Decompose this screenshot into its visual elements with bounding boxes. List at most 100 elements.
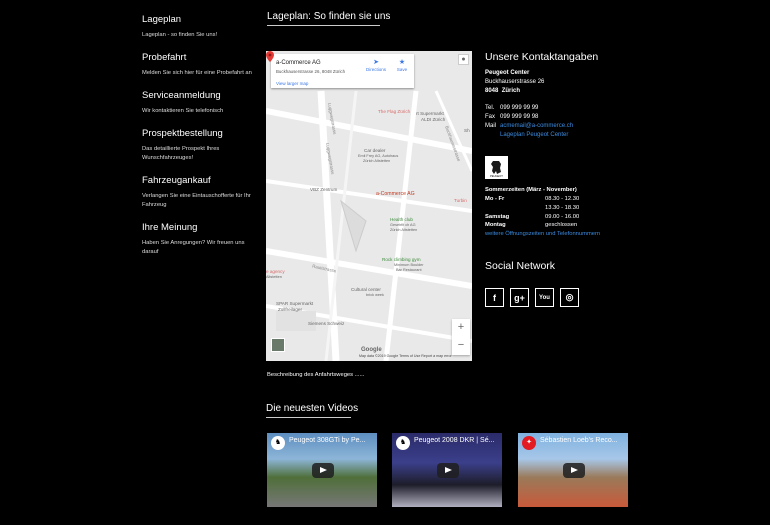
mail-label: Mail <box>485 123 497 129</box>
logo-text: PEUGEOT <box>490 175 503 178</box>
sidebar-item-title[interactable]: Ihre Meinung <box>142 222 254 234</box>
channel-icon: ✦ <box>522 436 536 450</box>
place-address: Buckhauserstrasse 26, 8048 Zürich <box>276 69 346 74</box>
social-icons: f g+ You ◎ <box>485 288 579 307</box>
street-address: Buckhauserstrasse 26 <box>485 79 545 85</box>
save-label: Save <box>396 67 408 72</box>
sidebar: Lageplan Lageplan - so finden Sie uns! P… <box>142 14 254 269</box>
fax-label: Fax <box>485 114 496 120</box>
map-label-health: Health club <box>390 217 413 222</box>
map-label-car-dealer: Car dealer <box>364 148 386 153</box>
videos-underline <box>266 417 351 418</box>
directions-caption: Beschreibung des Anfahrtsweges ...... <box>267 372 365 378</box>
video-title[interactable]: Sébastien Loeb's Reco... <box>540 437 618 444</box>
mail-row: Mail acmemail@a-commerce.ch <box>485 122 645 131</box>
view-larger-map-link[interactable]: View larger map <box>276 81 308 86</box>
hours-row: Montag geschlossen <box>485 221 645 230</box>
zip-city: 8048 Zürich <box>485 87 645 96</box>
company-name: Peugeot Center <box>485 70 530 76</box>
sidebar-item-desc: Wir kontaktieren Sie telefonisch <box>142 108 224 114</box>
map-label-spar-sub: Zollfreilager <box>278 307 302 312</box>
sidebar-item-ihre-meinung[interactable]: Ihre Meinung Haben Sie Anregungen? Wir f… <box>142 222 254 257</box>
hours-day: Montag <box>485 222 506 229</box>
map-label-supermarket: rt Supermarkt <box>416 111 444 116</box>
satellite-toggle[interactable] <box>271 338 285 352</box>
fax-row: Fax 099 999 99 98 <box>485 113 645 122</box>
play-icon[interactable] <box>563 463 585 478</box>
zoom-control: + − <box>452 319 470 355</box>
instagram-icon[interactable]: ◎ <box>560 288 579 307</box>
video-thumbnail[interactable]: ♞ Peugeot 308GTi by Pe... <box>267 433 377 507</box>
hours-day <box>485 204 545 213</box>
tel-value: 099 999 99 99 <box>500 105 539 111</box>
video-thumbnail[interactable]: ✦ Sébastien Loeb's Reco... <box>518 433 628 507</box>
city: Zürich <box>501 88 521 94</box>
google-plus-icon[interactable]: g+ <box>510 288 529 307</box>
map-link-row: Lageplan Peugeot Center <box>485 131 645 140</box>
map-label-cultural-sub: brick week <box>366 293 384 297</box>
sidebar-item-fahrzeugankauf[interactable]: Fahrzeugankauf Verlangen Sie eine Eintau… <box>142 175 254 210</box>
map-label-shop: Sh <box>464 128 470 133</box>
video-thumbnail[interactable]: ♞ Peugeot 2008 DKR | Sé... <box>392 433 502 507</box>
google-logo: Google <box>361 347 382 353</box>
channel-icon: ♞ <box>396 436 410 450</box>
lion-icon <box>491 161 501 174</box>
sidebar-item-prospektbestellung[interactable]: Prospektbestellung Das detaillierte Pros… <box>142 128 254 163</box>
map-label-rock-sub2: Bar Restaurant <box>396 268 422 272</box>
video-title[interactable]: Peugeot 2008 DKR | Sé... <box>414 437 494 444</box>
zip-code: 8048 <box>485 88 499 94</box>
title-underline <box>267 25 380 26</box>
directions-button[interactable]: ➤ Directions <box>364 59 388 72</box>
zoom-out-button[interactable]: − <box>452 337 470 355</box>
save-button[interactable]: ★ Save <box>393 59 411 72</box>
map-label-vbz: VBZ Zentrum <box>310 187 338 192</box>
tel-row: Tel. 099 999 99 99 <box>485 104 645 113</box>
sidebar-item-title[interactable]: Probefahrt <box>142 52 254 64</box>
zoom-in-button[interactable]: + <box>452 319 470 337</box>
map-marker-label: a-Commerce AG <box>376 191 415 197</box>
sidebar-item-probefahrt[interactable]: Probefahrt Melden Sie sich hier für eine… <box>142 52 254 78</box>
mail-link[interactable]: acmemail@a-commerce.ch <box>500 122 573 131</box>
sidebar-item-desc: Das detaillierte Prospekt Ihres Wunschfa… <box>142 146 220 161</box>
user-icon[interactable]: ● <box>458 54 469 65</box>
hours-time: 13.30 - 18.30 <box>545 204 580 211</box>
play-icon[interactable] <box>312 463 334 478</box>
more-hours-link[interactable]: weitere Öffnungszeiten und Telefonnummer… <box>485 230 645 239</box>
hours-time: 08.30 - 12.30 <box>545 196 580 202</box>
sidebar-item-title[interactable]: Prospektbestellung <box>142 128 254 140</box>
page-title: Lageplan: So finden sie uns <box>267 11 391 22</box>
map-marker-icon[interactable] <box>266 51 274 62</box>
hours-day: Samstag <box>485 213 510 220</box>
map-label-siemens: Siemens Schweiz <box>308 321 345 326</box>
sidebar-item-lageplan[interactable]: Lageplan Lageplan - so finden Sie uns! <box>142 14 254 40</box>
sidebar-item-title[interactable]: Fahrzeugankauf <box>142 175 254 187</box>
sidebar-item-desc: Melden Sie sich hier für eine Probefahrt… <box>142 70 252 76</box>
play-icon[interactable] <box>437 463 459 478</box>
sidebar-item-title[interactable]: Lageplan <box>142 14 254 26</box>
peugeot-logo: PEUGEOT <box>485 156 508 179</box>
videos-title: Die neuesten Videos <box>266 403 359 414</box>
hours-row: 13.30 - 18.30 <box>485 204 645 213</box>
hours-time: geschlossen <box>545 222 578 229</box>
video-title[interactable]: Peugeot 308GTi by Pe... <box>289 437 365 444</box>
social-title: Social Network <box>485 260 556 272</box>
facebook-icon[interactable]: f <box>485 288 504 307</box>
place-name: a-Commerce AG <box>276 60 321 66</box>
sidebar-item-serviceanmeldung[interactable]: Serviceanmeldung Wir kontaktieren Sie te… <box>142 90 254 116</box>
map-label-cultural: Cultural center <box>351 287 381 292</box>
map-label-turbin: Turbin <box>454 198 467 203</box>
sidebar-item-desc: Verlangen Sie eine Eintauschofferte für … <box>142 193 251 208</box>
hours-row: Samstag 09.00 - 16.00 <box>485 213 645 222</box>
youtube-icon[interactable]: You <box>535 288 554 307</box>
fax-value: 099 999 99 98 <box>500 114 539 120</box>
contact-panel: Unsere Kontaktangaben Peugeot Center Buc… <box>485 51 645 237</box>
sidebar-item-desc: Lageplan - so finden Sie uns! <box>142 32 218 38</box>
hours-title: Sommerzeiten (März - November) <box>485 187 577 193</box>
map-label-flag: The Flag Zürich <box>378 109 411 114</box>
google-map[interactable]: a-Commerce AG Buckhauserstrasse 26, 8048… <box>266 51 472 361</box>
lageplan-link[interactable]: Lageplan Peugeot Center <box>500 131 568 140</box>
hours-row: Mo - Fr 08.30 - 12.30 <box>485 195 645 204</box>
sidebar-item-title[interactable]: Serviceanmeldung <box>142 90 254 102</box>
map-footer: Map data ©2019 Google Terms of Use Repor… <box>359 354 452 358</box>
opening-hours: Sommerzeiten (März - November) Mo - Fr 0… <box>485 186 645 239</box>
